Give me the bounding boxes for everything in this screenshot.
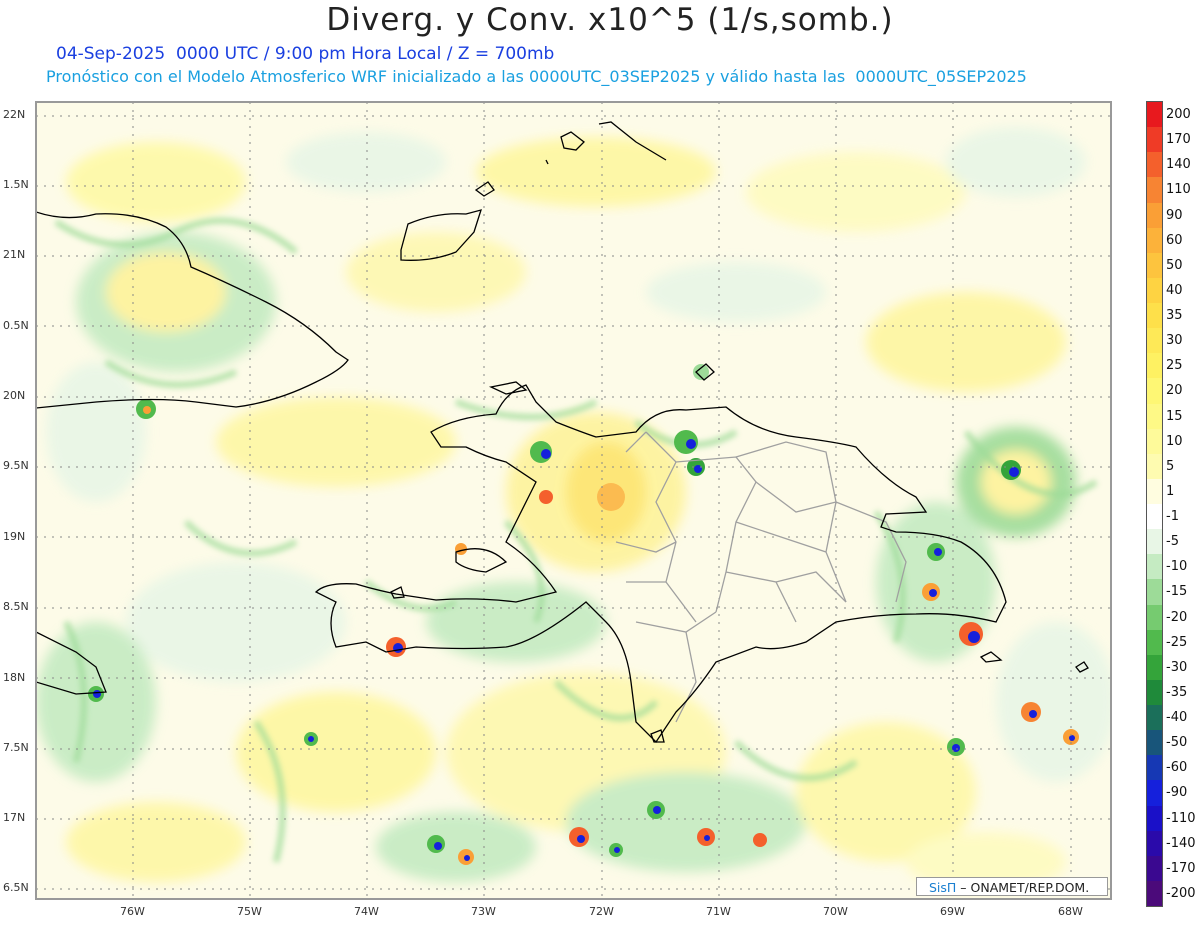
- colorbar-segment: [1147, 252, 1162, 278]
- colorbar-segment: [1147, 830, 1162, 856]
- colorbar-segment: [1147, 554, 1162, 580]
- colorbar-segment: [1147, 780, 1162, 806]
- colorbar-label: -90: [1166, 785, 1188, 801]
- colorbar-label: -200: [1166, 885, 1196, 901]
- colorbar-label: -140: [1166, 835, 1196, 851]
- colorbar-segment: [1147, 378, 1162, 404]
- colorbar-label: 60: [1166, 232, 1183, 248]
- colorbar-segment: [1147, 453, 1162, 479]
- lat-label-18n: 18N: [3, 671, 26, 684]
- lon-label-75w: 75W: [237, 905, 262, 918]
- colorbar-label: -40: [1166, 710, 1188, 725]
- model-info-line: Pronóstico con el Modelo Atmosferico WRF…: [46, 67, 1027, 86]
- lon-label-76w: 76W: [120, 905, 145, 918]
- colorbar-label: -20: [1166, 609, 1188, 625]
- map-title: Diverg. y Conv. x10^5 (1/s,somb.): [326, 2, 894, 38]
- lat-label-18-5n: 8.5N: [3, 600, 29, 613]
- colorbar-label: -60: [1166, 760, 1188, 776]
- colorbar-segment: [1147, 629, 1162, 655]
- colorbar-label: -10: [1166, 559, 1188, 575]
- lat-label-20n: 20N: [3, 389, 26, 402]
- lon-label-73w: 73W: [471, 905, 496, 918]
- colorbar-segment: [1147, 504, 1162, 530]
- lon-label-71w: 71W: [706, 905, 731, 918]
- colorbar-label: 90: [1166, 207, 1183, 223]
- colorbar: [1146, 101, 1163, 907]
- sispi-logo: SisΠ: [929, 880, 957, 895]
- colorbar-segment: [1147, 805, 1162, 831]
- colorbar-segment: [1147, 303, 1162, 329]
- colorbar-segment: [1147, 127, 1162, 153]
- map-panel[interactable]: [35, 101, 1112, 900]
- colorbar-label: 20: [1166, 383, 1183, 399]
- colorbar-label: 170: [1166, 132, 1191, 148]
- colorbar-label: -5: [1166, 534, 1179, 550]
- colorbar-label: -170: [1166, 860, 1196, 876]
- colorbar-label: -25: [1166, 634, 1188, 650]
- colorbar-label: 200: [1166, 107, 1191, 122]
- colorbar-segment: [1147, 654, 1162, 680]
- colorbar-label: -50: [1166, 735, 1188, 751]
- colorbar-segment: [1147, 428, 1162, 454]
- colorbar-label: 25: [1166, 358, 1183, 374]
- colorbar-segment: [1147, 705, 1162, 731]
- colorbar-segment: [1147, 478, 1162, 504]
- lon-label-70w: 70W: [823, 905, 848, 918]
- lon-label-69w: 69W: [940, 905, 965, 918]
- colorbar-segment: [1147, 277, 1162, 303]
- colorbar-segment: [1147, 177, 1162, 203]
- colorbar-segment: [1147, 679, 1162, 705]
- colorbar-label: 5: [1166, 458, 1175, 474]
- lat-label-19-5n: 9.5N: [3, 459, 29, 472]
- colorbar-label: 1: [1166, 483, 1175, 499]
- lon-label-72w: 72W: [589, 905, 614, 918]
- colorbar-segment: [1147, 855, 1162, 881]
- colorbar-segment: [1147, 353, 1162, 379]
- colorbar-segment: [1147, 403, 1162, 429]
- colorbar-segment: [1147, 102, 1162, 128]
- lat-label-20-5n: 0.5N: [3, 319, 29, 332]
- credit-text: – ONAMET/REP.DOM.: [956, 880, 1090, 895]
- lat-label-21-5n: 1.5N: [3, 178, 29, 191]
- colorbar-label: 10: [1166, 433, 1183, 449]
- colorbar-segment: [1147, 579, 1162, 605]
- colorbar-label: 30: [1166, 333, 1183, 349]
- colorbar-label: -30: [1166, 659, 1188, 675]
- colorbar-segment: [1147, 152, 1162, 178]
- colorbar-segment: [1147, 880, 1162, 906]
- colorbar-segment: [1147, 227, 1162, 253]
- divergence-field-map: [36, 102, 1111, 899]
- colorbar-label: -110: [1166, 810, 1196, 826]
- lat-label-16-5n: 6.5N: [3, 881, 29, 894]
- colorbar-segment: [1147, 328, 1162, 354]
- lat-label-17-5n: 7.5N: [3, 741, 29, 754]
- lon-label-68w: 68W: [1058, 905, 1083, 918]
- colorbar-label: 50: [1166, 257, 1183, 273]
- valid-time-line: 04-Sep-2025 0000 UTC / 9:00 pm Hora Loca…: [56, 44, 555, 64]
- lat-label-21n: 21N: [3, 248, 26, 261]
- colorbar-label: -1: [1166, 509, 1179, 524]
- colorbar-segment: [1147, 604, 1162, 630]
- colorbar-label: -15: [1166, 584, 1188, 600]
- colorbar-segment: [1147, 730, 1162, 756]
- colorbar-label: 40: [1166, 282, 1183, 298]
- colorbar-segment: [1147, 202, 1162, 228]
- colorbar-segment: [1147, 529, 1162, 555]
- lon-label-74w: 74W: [354, 905, 379, 918]
- colorbar-label: 140: [1166, 157, 1191, 173]
- colorbar-label: 15: [1166, 408, 1183, 424]
- colorbar-label: 35: [1166, 308, 1183, 323]
- lat-label-22n: 22N: [3, 108, 26, 121]
- colorbar-label: -35: [1166, 684, 1188, 700]
- lat-label-17n: 17N: [3, 811, 26, 824]
- lat-label-19n: 19N: [3, 530, 26, 543]
- colorbar-label: 110: [1166, 182, 1191, 198]
- credit-box: SisΠ – ONAMET/REP.DOM.: [916, 877, 1108, 896]
- colorbar-segment: [1147, 755, 1162, 781]
